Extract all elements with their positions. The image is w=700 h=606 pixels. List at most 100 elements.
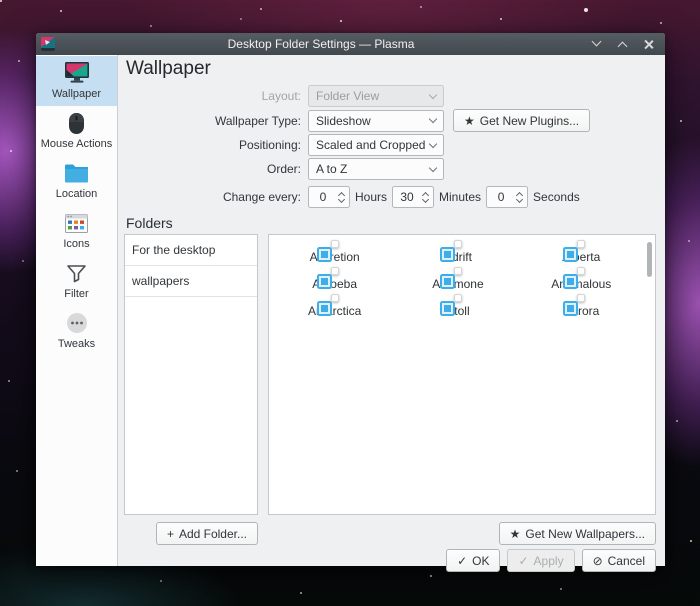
wallpaper-item-atoll[interactable]: Atoll <box>396 294 519 318</box>
folder-icon <box>64 161 90 185</box>
stepper-arrows-icon[interactable] <box>421 193 433 202</box>
checked-checkbox-icon[interactable] <box>563 247 578 262</box>
wallpaper-thumbnail[interactable] <box>454 267 462 275</box>
sidebar-item-filter[interactable]: Filter <box>36 256 117 306</box>
chevron-down-icon <box>429 163 437 171</box>
star-icon: ★ <box>510 527 521 541</box>
mouse-icon <box>64 111 90 135</box>
checked-checkbox-icon[interactable] <box>317 301 332 316</box>
wallpaper-thumbnail[interactable] <box>577 294 585 302</box>
wallpaper-item-anemone[interactable]: Anemone <box>396 267 519 291</box>
check-icon: ✓ <box>518 554 528 568</box>
checked-checkbox-icon[interactable] <box>317 247 332 262</box>
layout-row: Layout: Folder View <box>124 85 656 107</box>
layout-select: Folder View <box>308 85 444 107</box>
page-title: Wallpaper <box>126 58 656 80</box>
minutes-stepper[interactable]: 30 <box>392 186 434 208</box>
wallpaper-thumbnail[interactable] <box>331 294 339 302</box>
sidebar-item-icons[interactable]: Icons <box>36 206 117 256</box>
wallpaper-type-select[interactable]: Slideshow <box>308 110 444 132</box>
sidebar-item-mouse-actions[interactable]: Mouse Actions <box>36 106 117 156</box>
hours-stepper[interactable]: 0 <box>308 186 350 208</box>
cancel-button[interactable]: ⊘ Cancel <box>582 549 656 572</box>
sidebar-item-label: Icons <box>63 238 89 250</box>
positioning-select[interactable]: Scaled and Cropped <box>308 134 444 156</box>
folder-list-item[interactable]: wallpapers <box>125 266 257 297</box>
get-new-wallpapers-button[interactable]: ★ Get New Wallpapers... <box>499 522 656 545</box>
tweaks-dots-icon <box>64 311 90 335</box>
wallpaper-type-label: Wallpaper Type: <box>124 114 306 128</box>
wallpaper-thumbnail[interactable] <box>454 294 462 302</box>
sidebar-item-location[interactable]: Location <box>36 156 117 206</box>
order-select[interactable]: A to Z <box>308 158 444 180</box>
minimize-icon[interactable] <box>591 38 603 50</box>
chevron-down-icon <box>429 90 437 98</box>
wallpaper-name: Anomalous <box>551 277 611 291</box>
close-icon[interactable] <box>643 38 655 50</box>
folders-section-label: Folders <box>126 215 656 231</box>
icons-grid-icon <box>64 211 90 235</box>
check-icon: ✓ <box>457 554 467 568</box>
seconds-stepper[interactable]: 0 <box>486 186 528 208</box>
desktop-folder-settings-window: Desktop Folder Settings — Plasma <box>36 33 665 566</box>
wallpaper-grid: Accretion Adrift <box>268 234 656 515</box>
sidebar-item-label: Location <box>56 188 98 200</box>
checked-checkbox-icon[interactable] <box>563 301 578 316</box>
apply-button[interactable]: ✓ Apply <box>507 549 574 572</box>
wallpaper-item-antarctica[interactable]: Antarctica <box>273 294 396 318</box>
wallpaper-name: Antarctica <box>308 304 361 318</box>
checked-checkbox-icon[interactable] <box>440 247 455 262</box>
sidebar-item-label: Tweaks <box>58 338 95 350</box>
sidebar-item-label: Filter <box>64 288 88 300</box>
wallpaper-thumbnail[interactable] <box>577 240 585 248</box>
checked-checkbox-icon[interactable] <box>317 274 332 289</box>
change-every-label: Change every: <box>124 190 306 204</box>
wallpaper-item-accretion[interactable]: Accretion <box>273 240 396 264</box>
add-folder-button[interactable]: + Add Folder... <box>156 522 258 545</box>
desktop-background: Desktop Folder Settings — Plasma <box>0 0 700 606</box>
wallpaper-item-alberta[interactable]: Alberta <box>520 240 643 264</box>
checked-checkbox-icon[interactable] <box>440 301 455 316</box>
wallpaper-thumbnail[interactable] <box>331 267 339 275</box>
sidebar-item-tweaks[interactable]: Tweaks <box>36 306 117 356</box>
folder-list: For the desktop wallpapers <box>124 234 258 515</box>
wallpaper-item-amoeba[interactable]: Amoeba <box>273 267 396 291</box>
chevron-down-icon <box>429 115 437 123</box>
seconds-unit-label: Seconds <box>533 190 580 204</box>
wallpaper-type-row: Wallpaper Type: Slideshow ★ Get New Plug… <box>124 109 656 132</box>
sidebar-item-wallpaper[interactable]: Wallpaper <box>36 56 117 106</box>
wallpaper-monitor-icon <box>64 61 90 85</box>
order-row: Order: A to Z <box>124 158 656 180</box>
wallpaper-item-aurora[interactable]: Aurora <box>520 294 643 318</box>
grid-scrollbar[interactable] <box>647 242 652 277</box>
app-icon <box>41 37 55 51</box>
sidebar-item-label: Mouse Actions <box>41 138 113 150</box>
order-label: Order: <box>124 162 306 176</box>
wallpaper-item-anomalous[interactable]: Anomalous <box>520 267 643 291</box>
stepper-arrows-icon[interactable] <box>337 193 349 202</box>
change-every-row: Change every: 0 Hours 30 Minutes 0 <box>124 186 656 208</box>
sidebar-item-label: Wallpaper <box>52 88 101 100</box>
wallpaper-thumbnail[interactable] <box>454 240 462 248</box>
ok-button[interactable]: ✓ OK <box>446 549 500 572</box>
get-new-plugins-button[interactable]: ★ Get New Plugins... <box>453 109 590 132</box>
hours-unit-label: Hours <box>355 190 387 204</box>
stepper-arrows-icon[interactable] <box>515 193 527 202</box>
window-title: Desktop Folder Settings — Plasma <box>59 37 583 51</box>
cancel-slash-icon: ⊘ <box>593 554 603 568</box>
titlebar[interactable]: Desktop Folder Settings — Plasma <box>36 33 665 55</box>
positioning-label: Positioning: <box>124 138 306 152</box>
settings-sidebar: Wallpaper Mouse Actions <box>36 55 118 566</box>
filter-funnel-icon <box>64 261 90 285</box>
star-icon: ★ <box>464 114 475 128</box>
layout-label: Layout: <box>124 89 306 103</box>
wallpaper-thumbnail[interactable] <box>577 267 585 275</box>
wallpaper-item-adrift[interactable]: Adrift <box>396 240 519 264</box>
folder-list-item[interactable]: For the desktop <box>125 235 257 266</box>
wallpaper-thumbnail[interactable] <box>331 240 339 248</box>
positioning-row: Positioning: Scaled and Cropped <box>124 134 656 156</box>
maximize-icon[interactable] <box>617 38 629 50</box>
checked-checkbox-icon[interactable] <box>440 274 455 289</box>
checked-checkbox-icon[interactable] <box>563 274 578 289</box>
main-content: Wallpaper Layout: Folder View Wallpaper … <box>118 55 665 566</box>
